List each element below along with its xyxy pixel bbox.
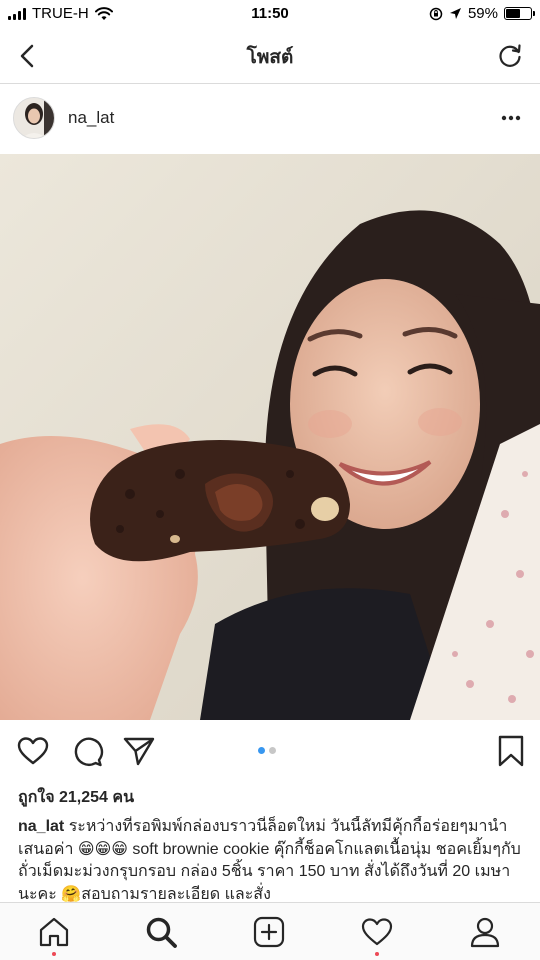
photo-woman-holding-cookie <box>0 154 540 720</box>
post-username[interactable]: na_lat <box>68 108 114 128</box>
add-icon[interactable] <box>252 915 286 949</box>
post-photo[interactable] <box>0 154 540 720</box>
activity-heart-icon[interactable] <box>360 915 394 949</box>
status-right: 59% <box>429 5 535 22</box>
caption-text: ระหว่างที่รอพิมพ์กล่องบราวนี่ล็อตใหม่ วั… <box>18 818 521 902</box>
rotation-lock-icon <box>429 7 443 20</box>
nav-header: โพสต์ <box>0 28 540 84</box>
heart-icon[interactable] <box>16 734 50 768</box>
avatar[interactable] <box>13 97 55 139</box>
battery-icon <box>504 7 535 20</box>
tab-bar <box>0 902 540 960</box>
home-icon[interactable] <box>37 915 71 949</box>
caption-username[interactable]: na_lat <box>18 818 64 835</box>
bookmark-icon[interactable] <box>494 734 528 768</box>
action-bar <box>0 720 540 782</box>
profile-icon[interactable] <box>468 915 502 949</box>
activity-notification-dot <box>375 952 379 956</box>
status-bar: TRUE-H 11:50 59% <box>0 0 540 28</box>
location-icon <box>449 8 461 19</box>
likes-count[interactable]: ถูกใจ 21,254 คน <box>18 785 134 810</box>
avatar-image <box>14 98 54 138</box>
carousel-dot <box>269 747 276 754</box>
home-notification-dot <box>52 952 56 956</box>
page-title: โพสต์ <box>246 47 294 68</box>
refresh-icon[interactable] <box>494 40 526 72</box>
more-horizontal-icon[interactable] <box>496 108 526 128</box>
carousel-dot <box>258 747 265 754</box>
send-icon[interactable] <box>122 734 156 768</box>
post-header: na_lat <box>0 84 540 154</box>
carousel-indicator <box>258 747 276 754</box>
search-icon[interactable] <box>144 915 178 949</box>
comment-icon[interactable] <box>70 734 104 768</box>
battery-percent: 59% <box>467 5 498 22</box>
battery-level <box>506 9 521 18</box>
post-caption: na_lat ระหว่างที่รอพิมพ์กล่องบราวนี่ล็อต… <box>18 816 522 902</box>
